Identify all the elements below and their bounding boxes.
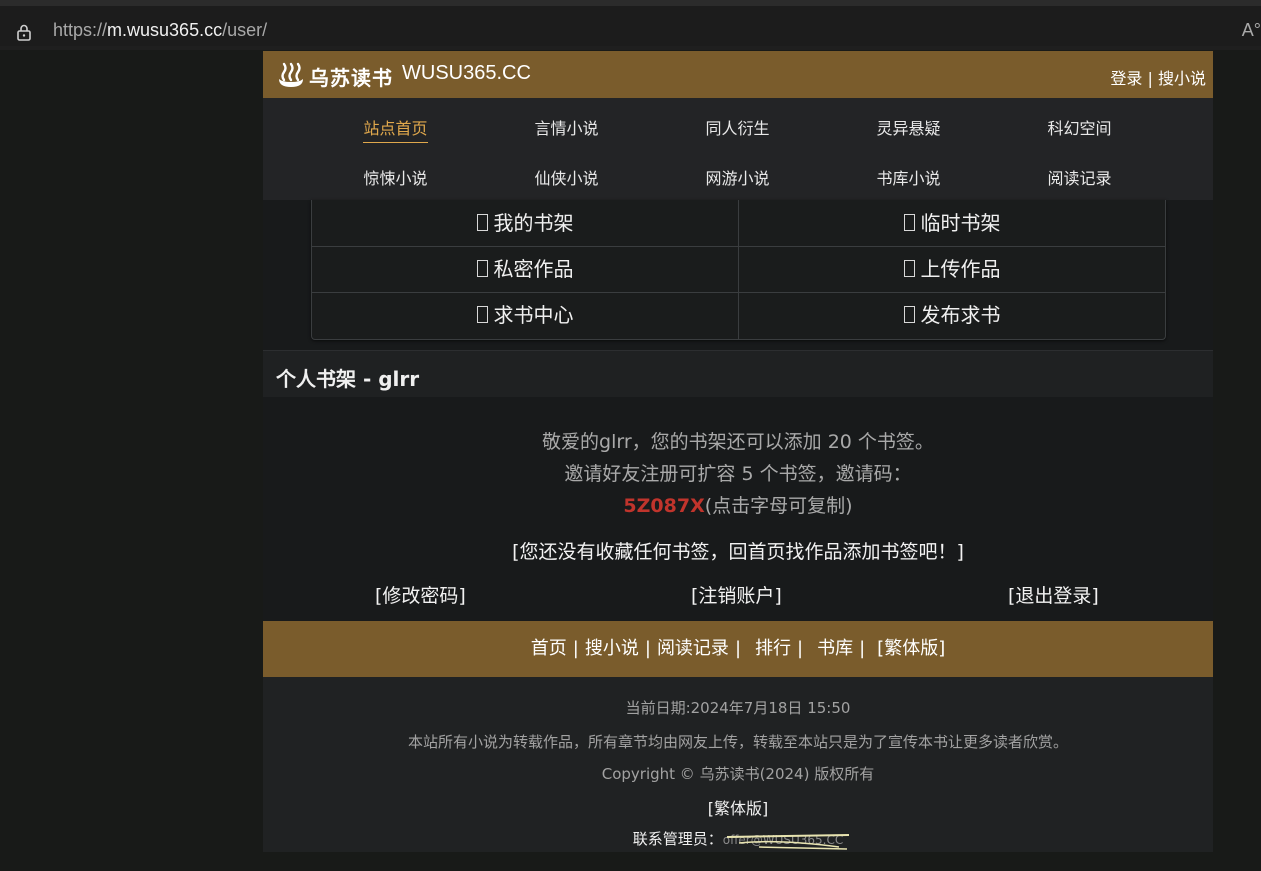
contact-line: 联系管理员：offer@WUSU365.CC bbox=[263, 828, 1213, 850]
nav-item-history[interactable]: 阅读记录 bbox=[994, 165, 1165, 189]
bookshelf-content: 敬爱的glrr，您的书架还可以添加 20 个书签。 邀请好友注册可扩容 5 个书… bbox=[263, 397, 1213, 621]
empty-bookshelf-note: [您还没有收藏任何书签，回首页找作品添加书签吧！] bbox=[512, 541, 964, 563]
edit-icon bbox=[903, 306, 915, 323]
current-date: 当前日期:2024年7月18日 15:50 bbox=[625, 699, 851, 717]
header-links: 登录 | 搜小说 bbox=[1110, 65, 1206, 89]
category-nav: 站点首页 言情小说 同人衍生 灵异悬疑 科幻空间 惊悚小说 仙侠小说 网游小说 … bbox=[263, 98, 1213, 200]
copyright: Copyright © 乌苏读书(2024) 版权所有 bbox=[601, 765, 875, 783]
invite-info-text: 邀请好友注册可扩容 5 个书签，邀请码： bbox=[564, 463, 912, 485]
nav-item-home[interactable]: 站点首页 bbox=[310, 115, 481, 143]
invite-code-hint: (点击字母可复制) bbox=[704, 495, 853, 517]
footer-separator: | bbox=[644, 638, 651, 659]
nav-item-label: 同人衍生 bbox=[705, 119, 770, 138]
section-title: 个人书架 - glrr bbox=[276, 367, 420, 391]
nav-item-library[interactable]: 书库小说 bbox=[823, 165, 994, 189]
menu-label: 求书中心 bbox=[493, 303, 574, 327]
footer-rank-link[interactable]: 排行 bbox=[755, 638, 791, 659]
redaction-scribble bbox=[726, 834, 849, 850]
nav-item-thriller[interactable]: 惊悚小说 bbox=[310, 165, 481, 189]
invite-code-line: 5Z087X(点击字母可复制) bbox=[263, 491, 1213, 518]
url-path: /user/ bbox=[222, 20, 268, 40]
menu-label: 发布求书 bbox=[920, 303, 1001, 327]
logo-chinese[interactable]: 乌苏读书 bbox=[309, 62, 393, 91]
search-icon bbox=[476, 306, 488, 323]
reader-mode-icon[interactable]: A° bbox=[1242, 20, 1261, 41]
menu-label: 我的书架 bbox=[493, 211, 574, 235]
site-header: 乌苏读书 WUSU365.CC 登录 | 搜小说 bbox=[263, 51, 1213, 98]
footer-separator: | bbox=[859, 638, 866, 659]
nav-item-label: 站点首页 bbox=[363, 119, 428, 143]
footer-home-link[interactable]: 首页 bbox=[531, 638, 567, 659]
bookshelf-section-header: 个人书架 - glrr bbox=[263, 350, 1213, 398]
clock-icon bbox=[903, 214, 915, 231]
nav-item-label: 网游小说 bbox=[705, 169, 770, 188]
contact-email[interactable]: offer@WUSU365.CC bbox=[723, 833, 849, 850]
footer-search-link[interactable]: 搜小说 bbox=[585, 638, 639, 659]
private-works-link[interactable]: 私密作品 bbox=[312, 246, 738, 292]
footer-separator: | bbox=[797, 638, 804, 659]
nav-item-label: 灵异悬疑 bbox=[876, 119, 941, 138]
url-text[interactable]: https://m.wusu365.cc/user/ bbox=[53, 20, 267, 41]
nav-item-label: 惊悚小说 bbox=[363, 169, 428, 188]
nav-item-label: 阅读记录 bbox=[1047, 169, 1112, 188]
footer-nav: 首页 | 搜小说 | 阅读记录 | 排行 | 书库 | [繁体版] bbox=[263, 621, 1213, 677]
post-request-link[interactable]: 发布求书 bbox=[739, 292, 1165, 338]
site-footer: 当前日期:2024年7月18日 15:50 本站所有小说为转载作品，所有章节均由… bbox=[263, 677, 1213, 852]
invite-code[interactable]: 5Z087X bbox=[623, 495, 704, 517]
upload-icon bbox=[903, 260, 915, 277]
footer-separator: | bbox=[734, 638, 742, 659]
cancel-account-link[interactable]: [注销账户] bbox=[691, 581, 782, 608]
footer-traditional-toggle[interactable]: [繁体版] bbox=[708, 799, 769, 818]
browser-toolbar: https://m.wusu365.cc/user/ A° bbox=[0, 0, 1261, 50]
lock-icon[interactable] bbox=[15, 23, 33, 41]
footer-separator: | bbox=[572, 638, 579, 659]
login-link[interactable]: 登录 bbox=[1110, 69, 1142, 88]
nav-item-label: 言情小说 bbox=[534, 119, 599, 138]
footer-library-link[interactable]: 书库 bbox=[817, 638, 853, 659]
hot-spring-logo-icon[interactable] bbox=[276, 60, 306, 90]
footer-history-link[interactable]: 阅读记录 bbox=[657, 638, 729, 659]
request-center-link[interactable]: 求书中心 bbox=[312, 292, 738, 338]
remaining-bookmarks-text: 敬爱的glrr，您的书架还可以添加 20 个书签。 bbox=[542, 431, 934, 453]
nav-item-xianxia[interactable]: 仙侠小说 bbox=[481, 165, 652, 189]
logo-domain[interactable]: WUSU365.CC bbox=[402, 62, 531, 85]
upload-works-link[interactable]: 上传作品 bbox=[739, 246, 1165, 292]
footer-traditional-link[interactable]: [繁体版] bbox=[877, 638, 945, 659]
header-separator: | bbox=[1147, 69, 1153, 88]
nav-item-fanfic[interactable]: 同人衍生 bbox=[652, 115, 823, 139]
nav-item-scifi[interactable]: 科幻空间 bbox=[994, 115, 1165, 139]
my-bookshelf-link[interactable]: 我的书架 bbox=[312, 200, 738, 246]
logout-link[interactable]: [退出登录] bbox=[1008, 581, 1099, 608]
site-container: 乌苏读书 WUSU365.CC 登录 | 搜小说 站点首页 言情小说 同人衍生 … bbox=[263, 51, 1213, 852]
temp-bookshelf-link[interactable]: 临时书架 bbox=[739, 200, 1165, 246]
disclaimer: 本站所有小说为转载作品，所有章节均由网友上传，转载至本站只是为了宣传本书让更多读… bbox=[407, 733, 1068, 751]
menu-label: 临时书架 bbox=[920, 211, 1001, 235]
nav-item-supernatural[interactable]: 灵异悬疑 bbox=[823, 115, 994, 139]
menu-label: 上传作品 bbox=[920, 257, 1001, 281]
nav-item-label: 书库小说 bbox=[876, 169, 941, 188]
change-password-link[interactable]: [修改密码] bbox=[375, 581, 466, 608]
nav-item-online-game[interactable]: 网游小说 bbox=[652, 165, 823, 189]
nav-item-label: 仙侠小说 bbox=[534, 169, 599, 188]
url-prefix: https:// bbox=[53, 20, 108, 40]
nav-item-romance[interactable]: 言情小说 bbox=[481, 115, 652, 139]
nav-item-label: 科幻空间 bbox=[1047, 119, 1112, 138]
contact-label: 联系管理员： bbox=[632, 830, 723, 848]
address-bar[interactable]: https://m.wusu365.cc/user/ A° bbox=[0, 6, 1261, 46]
bookshelf-icon bbox=[476, 214, 488, 231]
menu-label: 私密作品 bbox=[493, 257, 574, 281]
url-host: m.wusu365.cc bbox=[107, 20, 223, 40]
user-menu-grid: 我的书架 临时书架 私密作品 上传作品 求书中心 发布求书 bbox=[311, 200, 1166, 340]
search-novel-link[interactable]: 搜小说 bbox=[1158, 69, 1206, 88]
lock-icon bbox=[476, 260, 488, 277]
